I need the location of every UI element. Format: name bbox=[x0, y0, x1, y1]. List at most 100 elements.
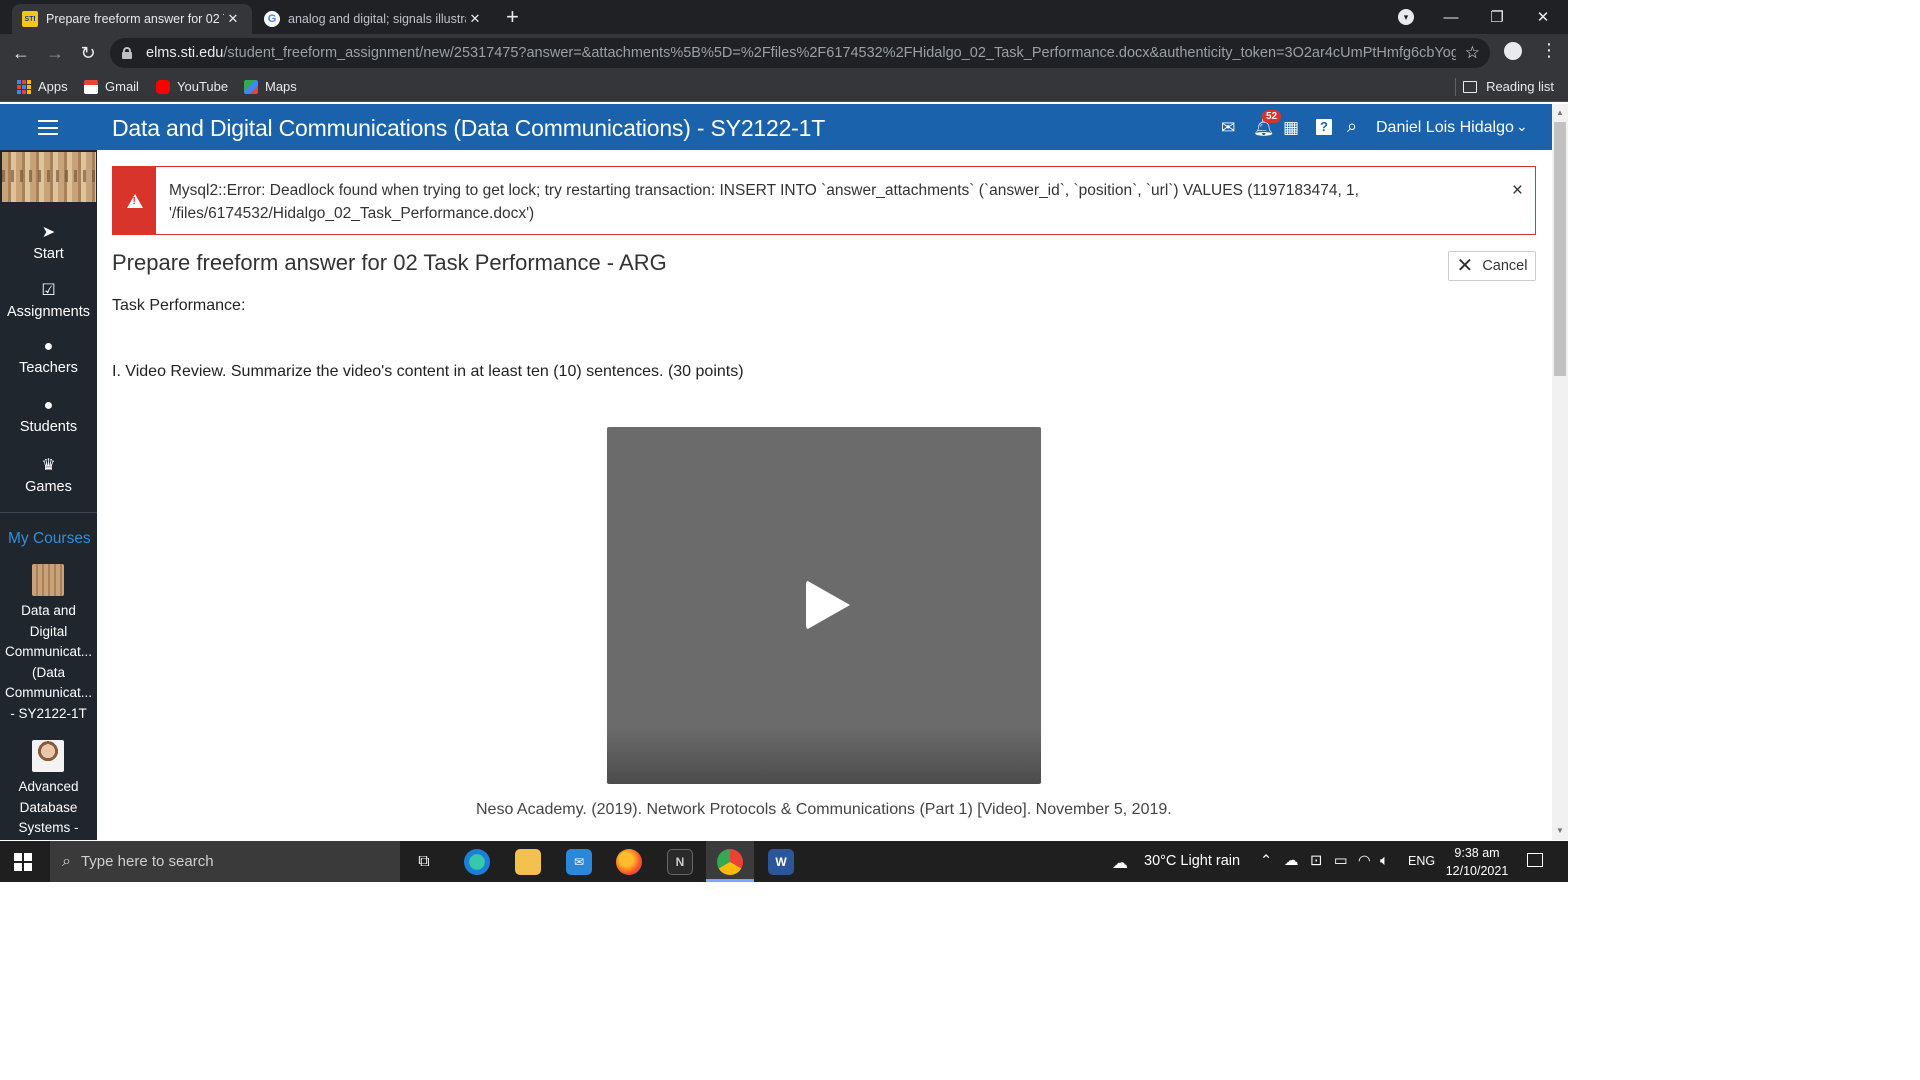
system-clock[interactable]: 9:38 am 12/10/2021 bbox=[1444, 844, 1510, 880]
tab-search-icon[interactable]: ▾ bbox=[1398, 9, 1414, 25]
bookmark-star-icon[interactable]: ☆ bbox=[1465, 43, 1480, 63]
gmail-icon bbox=[84, 79, 98, 94]
lock-icon[interactable] bbox=[122, 47, 132, 59]
forward-button[interactable]: → bbox=[42, 40, 68, 66]
course-thumbnail[interactable] bbox=[32, 564, 64, 596]
play-icon[interactable] bbox=[806, 580, 850, 630]
bookmark-gmail[interactable]: Gmail bbox=[84, 79, 139, 94]
windows-start-icon[interactable] bbox=[14, 853, 32, 871]
course-thumbnail[interactable] bbox=[32, 740, 64, 772]
mail-app-icon[interactable]: ✉ bbox=[566, 849, 592, 875]
bookmark-separator bbox=[1455, 78, 1456, 96]
sidebar-item-assignments[interactable]: ☑ Assignments bbox=[0, 280, 97, 320]
apps-grid-icon bbox=[17, 79, 31, 94]
taskbar-search[interactable]: ⌕ Type here to search bbox=[50, 841, 400, 882]
close-icon: ✕ bbox=[1456, 255, 1474, 277]
back-button[interactable]: ← bbox=[8, 40, 34, 66]
calendar-icon[interactable]: ▦ bbox=[1283, 118, 1299, 138]
alert-icon-box bbox=[113, 167, 156, 234]
bookmarks-bar: Apps Gmail YouTube Maps Reading list bbox=[0, 72, 1568, 102]
trophy-icon: ♛ bbox=[41, 457, 56, 474]
sidebar-item-start[interactable]: ➤ Start bbox=[0, 222, 97, 262]
page-scrollbar[interactable]: ▲ ▼ bbox=[1552, 104, 1568, 840]
bookmark-youtube[interactable]: YouTube bbox=[156, 79, 228, 94]
profile-icon[interactable] bbox=[1504, 42, 1522, 60]
browser-toolbar: ← → ↻ elms.sti.edu/student_freeform_assi… bbox=[0, 34, 1568, 72]
close-tab-icon[interactable]: ✕ bbox=[224, 11, 242, 27]
new-tab-button[interactable]: + bbox=[506, 5, 519, 29]
search-icon[interactable]: ⌕ bbox=[1347, 116, 1357, 137]
onedrive-icon[interactable]: ☁ bbox=[1284, 853, 1299, 869]
bookmark-apps[interactable]: Apps bbox=[17, 79, 68, 94]
teacher-icon: ● bbox=[43, 338, 54, 355]
instruction-text: I. Video Review. Summarize the video's c… bbox=[112, 363, 744, 380]
error-message: Mysql2::Error: Deadlock found when tryin… bbox=[169, 182, 1359, 222]
close-tab-icon[interactable]: ✕ bbox=[466, 11, 484, 27]
file-explorer-icon[interactable] bbox=[515, 849, 541, 875]
task-label: Task Performance: bbox=[112, 297, 246, 314]
paper-plane-icon: ➤ bbox=[41, 224, 56, 241]
chevron-up-icon[interactable]: ⌃ bbox=[1260, 853, 1272, 869]
user-menu[interactable]: Daniel Lois Hidalgo bbox=[1376, 119, 1514, 137]
close-window-button[interactable]: ✕ bbox=[1520, 0, 1566, 34]
edge-icon[interactable] bbox=[464, 849, 490, 875]
active-app-indicator bbox=[706, 879, 754, 882]
address-bar[interactable]: elms.sti.edu/student_freeform_assignment… bbox=[110, 38, 1490, 68]
course-banner-image bbox=[2, 152, 96, 202]
sidebar: ➤ Start ☑ Assignments ● Teachers ● Stude… bbox=[0, 150, 97, 840]
google-icon: G bbox=[264, 11, 280, 27]
help-icon[interactable]: ? bbox=[1316, 119, 1332, 135]
tab-title: analog and digital; signals illustra bbox=[288, 12, 466, 26]
video-citation: Neso Academy. (2019). Network Protocols … bbox=[476, 801, 1172, 818]
notion-icon[interactable]: N bbox=[667, 849, 693, 875]
page-title: Prepare freeform answer for 02 Task Perf… bbox=[112, 250, 667, 275]
sidebar-item-games[interactable]: ♛ Games bbox=[0, 455, 97, 495]
browser-menu-icon[interactable]: ⋮ bbox=[1540, 40, 1558, 61]
youtube-icon bbox=[156, 79, 170, 94]
task-view-icon[interactable]: ⧉ bbox=[411, 849, 437, 875]
bookmark-maps[interactable]: Maps bbox=[244, 79, 297, 94]
mail-icon[interactable]: ✉ bbox=[1221, 118, 1235, 138]
checkbox-icon: ☑ bbox=[41, 282, 56, 299]
maps-icon bbox=[244, 79, 258, 94]
scroll-thumb[interactable] bbox=[1554, 122, 1566, 376]
chevron-down-icon[interactable]: ⌄ bbox=[1516, 118, 1528, 135]
reload-button[interactable]: ↻ bbox=[75, 40, 101, 66]
scroll-down-icon[interactable]: ▼ bbox=[1556, 826, 1564, 835]
sidebar-divider bbox=[0, 512, 97, 513]
word-icon[interactable]: W bbox=[768, 849, 794, 875]
notification-center-icon[interactable] bbox=[1527, 853, 1543, 867]
sidebar-course-advanced-database[interactable]: Advanced Database Systems - bbox=[0, 777, 97, 839]
warning-icon bbox=[126, 193, 143, 208]
firefox-icon[interactable] bbox=[616, 849, 642, 875]
cloud-rain-icon[interactable]: ☁ bbox=[1112, 853, 1128, 873]
url-text: elms.sti.edu/student_freeform_assignment… bbox=[146, 45, 1456, 61]
browser-tab-strip: STI Prepare freeform answer for 02 T ✕ G… bbox=[0, 0, 1568, 34]
tab-active[interactable]: STI Prepare freeform answer for 02 T ✕ bbox=[12, 4, 252, 34]
windows-taskbar: ⌕ Type here to search ⧉ ✉ N W ☁ 30°C Lig… bbox=[0, 841, 1568, 882]
course-title: Data and Digital Communications (Data Co… bbox=[112, 115, 826, 141]
notification-badge: 52 bbox=[1262, 110, 1282, 123]
lms-header: Data and Digital Communications (Data Co… bbox=[0, 104, 1552, 150]
tab-inactive[interactable]: G analog and digital; signals illustra ✕ bbox=[254, 4, 494, 34]
video-player[interactable] bbox=[607, 427, 1041, 784]
volume-icon[interactable]: 🔈︎ bbox=[1380, 853, 1389, 869]
chrome-icon[interactable] bbox=[717, 849, 743, 875]
wifi-icon[interactable]: ◠ bbox=[1358, 853, 1371, 869]
minimize-button[interactable]: — bbox=[1428, 0, 1474, 34]
search-icon: ⌕ bbox=[62, 852, 71, 870]
language-indicator[interactable]: ENG bbox=[1408, 854, 1435, 868]
battery-icon[interactable]: ▭ bbox=[1334, 853, 1348, 869]
scroll-up-icon[interactable]: ▲ bbox=[1556, 108, 1564, 117]
sidebar-item-students[interactable]: ● Students bbox=[0, 397, 97, 435]
sidebar-course-data-communications[interactable]: Data and Digital Communicat... (Data Com… bbox=[0, 601, 97, 724]
close-icon[interactable]: × bbox=[1512, 180, 1523, 202]
menu-toggle-icon[interactable] bbox=[38, 120, 58, 135]
reading-list-button[interactable]: Reading list bbox=[1463, 79, 1554, 94]
restore-button[interactable]: ❐ bbox=[1474, 0, 1520, 34]
meet-now-icon[interactable]: ⊡ bbox=[1310, 853, 1322, 869]
sidebar-item-teachers[interactable]: ● Teachers bbox=[0, 338, 97, 376]
cancel-button[interactable]: ✕ Cancel bbox=[1448, 251, 1536, 281]
my-courses-heading[interactable]: My Courses bbox=[8, 530, 91, 548]
weather-text[interactable]: 30°C Light rain bbox=[1144, 853, 1240, 869]
